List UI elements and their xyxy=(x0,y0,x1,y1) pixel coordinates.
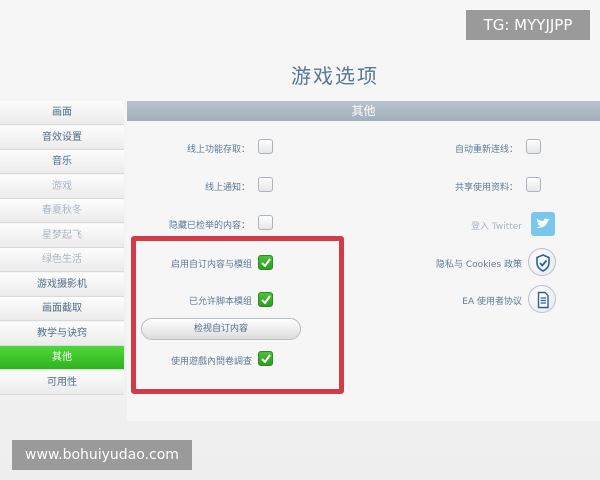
online-notifications-checkbox[interactable] xyxy=(258,177,273,192)
online-access-label: 线上功能存取： xyxy=(186,145,250,155)
ea-user-agreement-label: EA 使用者协议 xyxy=(462,297,522,307)
hide-reported-checkbox[interactable] xyxy=(258,215,273,230)
privacy-shield-icon[interactable] xyxy=(528,248,556,276)
sidebar-item-camera[interactable]: 游戏摄影机 xyxy=(0,272,124,297)
panel-header: 其他 xyxy=(127,101,600,121)
share-usage-data-checkbox[interactable] xyxy=(526,177,541,192)
options-sidebar: 画面 音效设置 音乐 游戏 春夏秋冬 星梦起飞 绿色生活 游戏摄影机 画面截取 … xyxy=(0,101,124,395)
url-watermark-badge: www.bohuiyudao.com xyxy=(12,440,192,470)
highlight-box xyxy=(131,236,344,394)
privacy-cookies-label: 隐私与 Cookies 政策 xyxy=(436,260,522,270)
sidebar-item-eco-lifestyle[interactable]: 绿色生活 xyxy=(0,248,124,272)
twitter-icon[interactable] xyxy=(531,212,555,236)
sidebar-item-get-famous[interactable]: 星梦起飞 xyxy=(0,223,124,248)
document-icon[interactable] xyxy=(528,285,556,313)
auto-reconnect-label: 自动重新连线： xyxy=(454,145,518,155)
sidebar-item-graphics[interactable]: 画面 xyxy=(0,101,124,125)
sidebar-item-accessibility[interactable]: 可用性 xyxy=(0,370,124,395)
game-options-screen: TG: MYYJJPP 游戏选项 画面 音效设置 音乐 游戏 春夏秋冬 星梦起飞… xyxy=(0,0,600,480)
sidebar-item-other[interactable]: 其他 xyxy=(0,346,124,370)
hide-reported-label: 隐藏已检举的内容： xyxy=(168,221,250,231)
login-twitter-label: 登入 Twitter xyxy=(470,222,522,232)
sidebar-item-screenshots[interactable]: 画面截取 xyxy=(0,297,124,321)
auto-reconnect-checkbox[interactable] xyxy=(526,139,541,154)
tg-watermark-badge: TG: MYYJJPP xyxy=(466,10,590,40)
online-access-checkbox[interactable] xyxy=(258,139,273,154)
sidebar-item-audio[interactable]: 音效设置 xyxy=(0,125,124,150)
sidebar-item-tutorials[interactable]: 教学与诀窍 xyxy=(0,321,124,346)
share-usage-data-label: 共享使用资料： xyxy=(454,183,518,193)
sidebar-item-game[interactable]: 游戏 xyxy=(0,174,124,199)
online-notifications-label: 线上通知： xyxy=(204,183,250,193)
page-title: 游戏选项 xyxy=(291,64,379,88)
sidebar-item-music[interactable]: 音乐 xyxy=(0,150,124,174)
sidebar-item-seasons[interactable]: 春夏秋冬 xyxy=(0,199,124,223)
